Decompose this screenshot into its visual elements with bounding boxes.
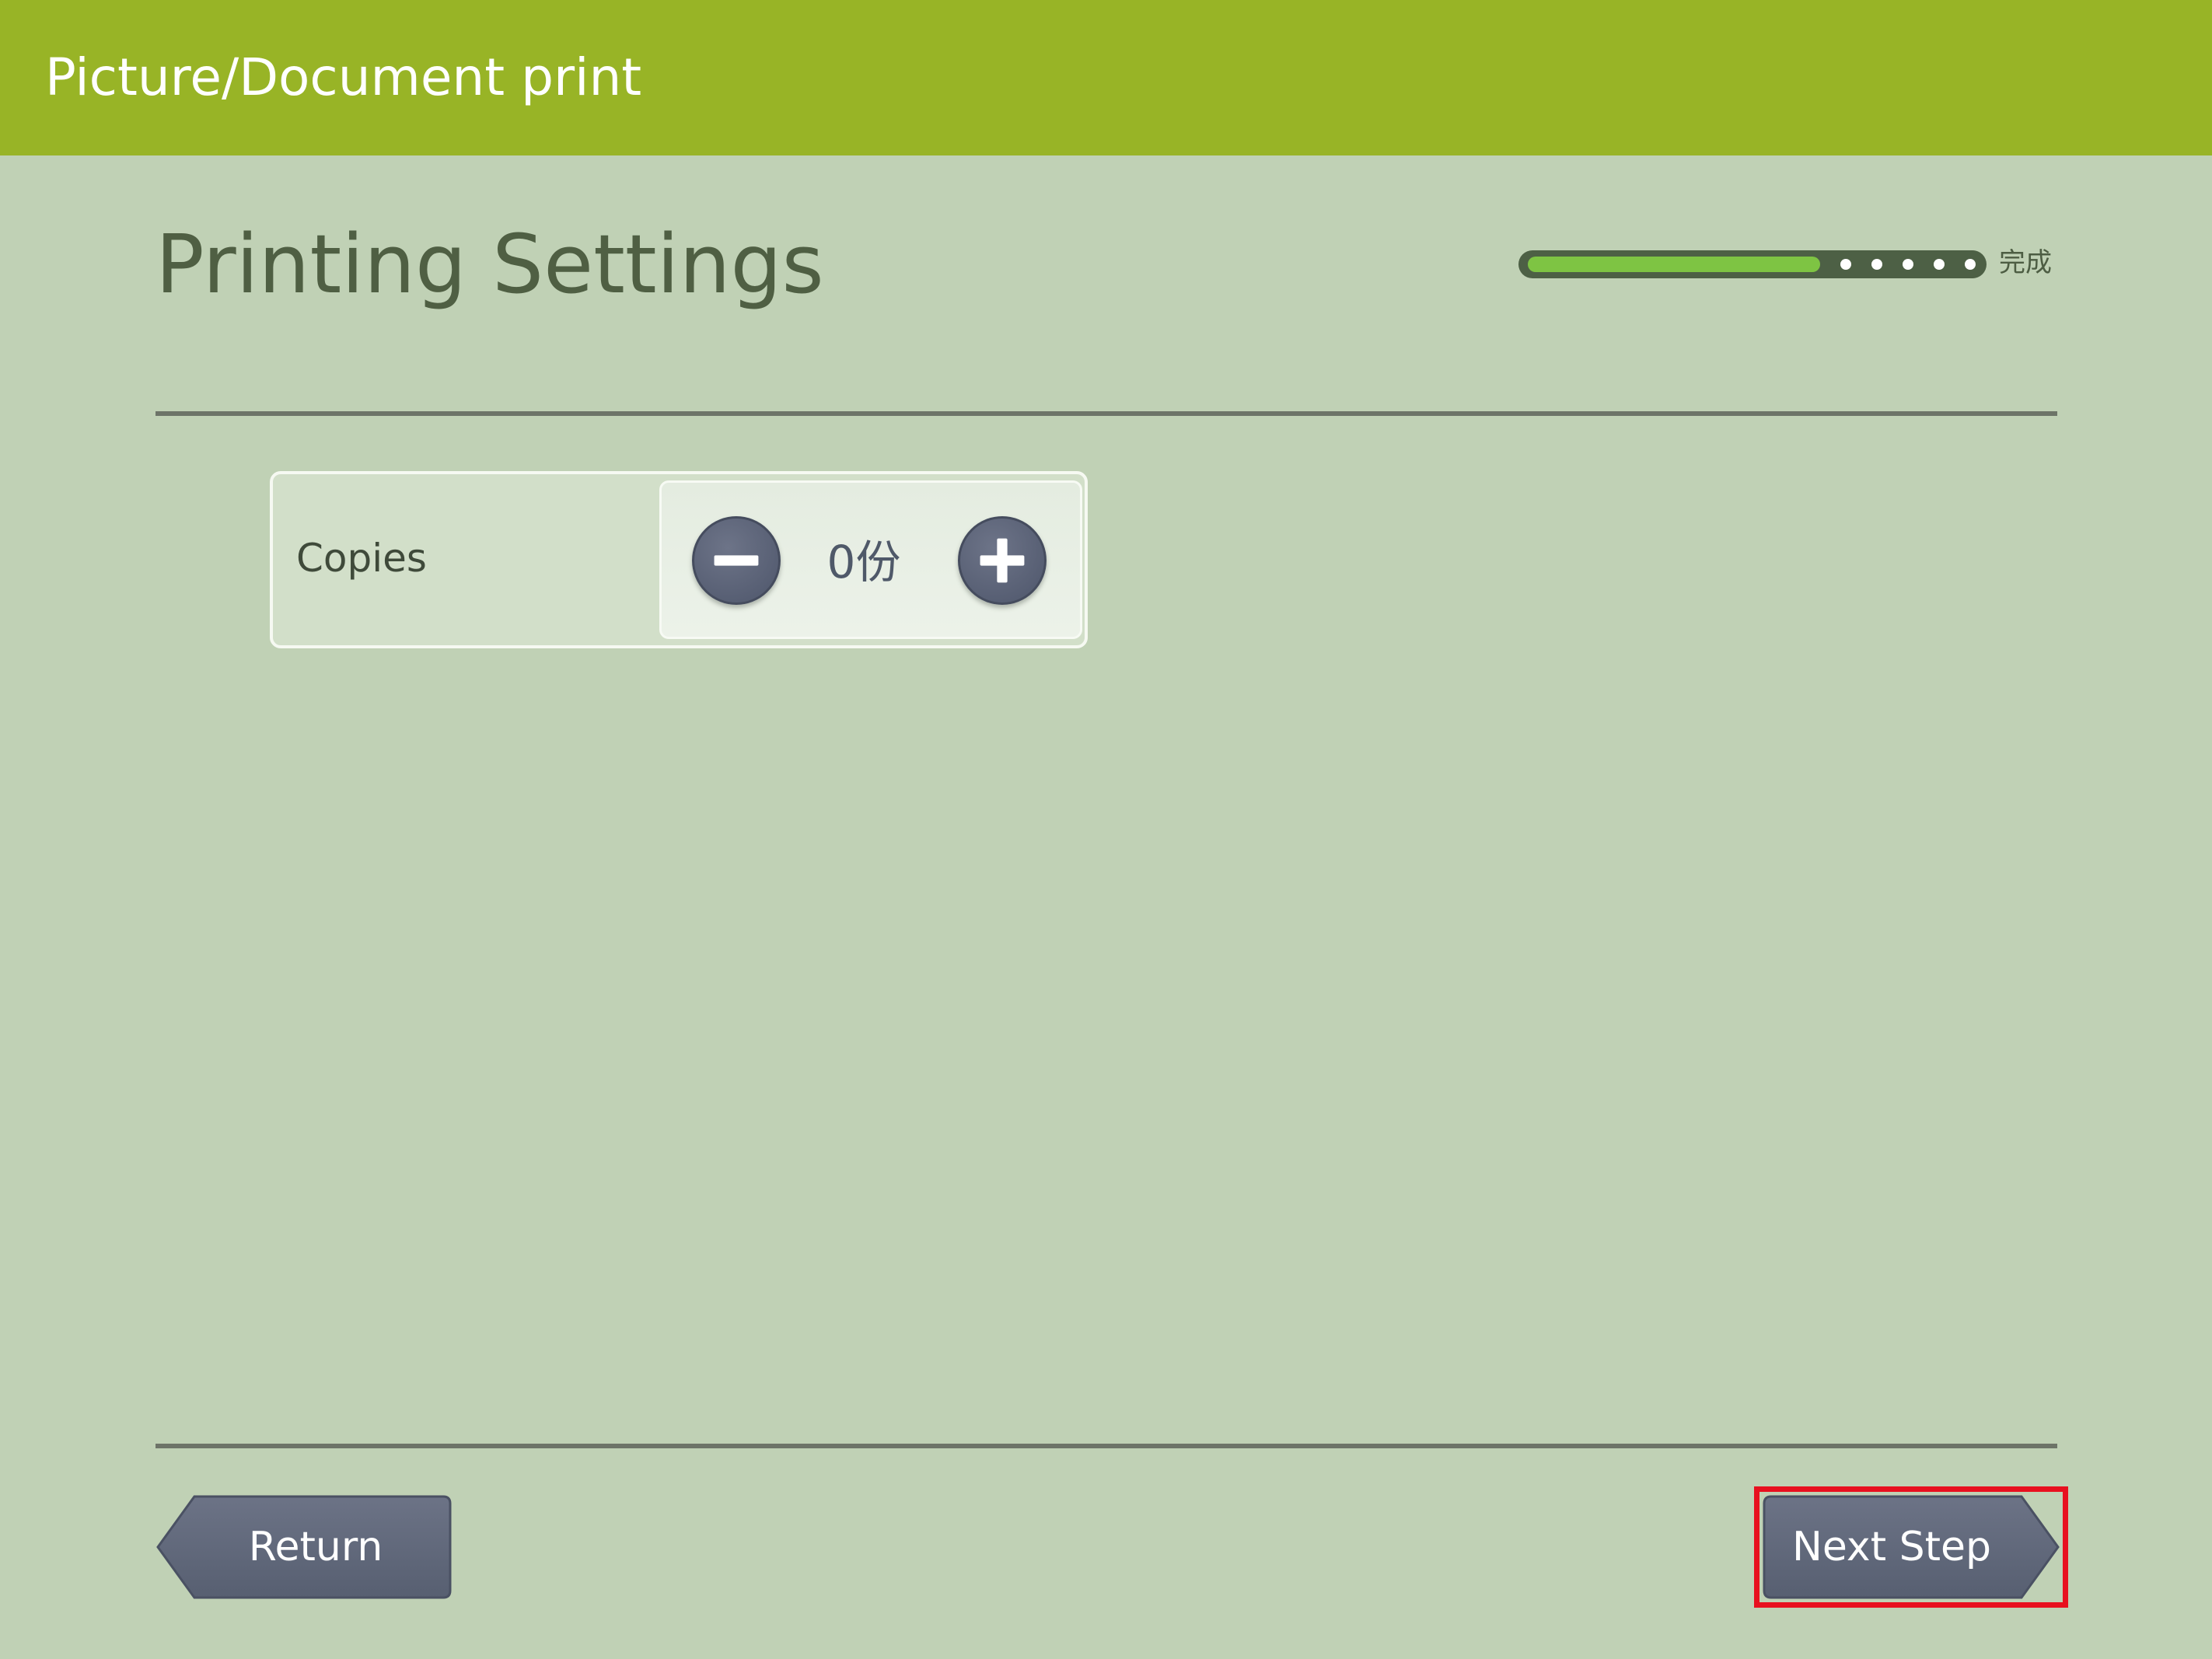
- progress-label: 完成: [1999, 247, 2052, 278]
- top-divider: [156, 411, 2057, 416]
- progress-step-dot: [1840, 259, 1851, 270]
- progress-step-dots: [1518, 250, 1987, 278]
- progress-step-dot: [1903, 259, 1913, 270]
- copies-label: Copies: [296, 536, 427, 581]
- progress-bar: [1518, 250, 1987, 278]
- copies-setting: Copies 0份: [270, 471, 1088, 648]
- page-title: Printing Settings: [156, 217, 824, 312]
- increase-copies-button[interactable]: [958, 516, 1047, 605]
- next-step-button[interactable]: Next Step: [1762, 1494, 2060, 1600]
- next-step-button-label: Next Step: [1791, 1524, 1992, 1570]
- copies-value: 0份: [826, 536, 901, 589]
- progress-step-dot: [1934, 259, 1945, 270]
- minus-icon: [714, 555, 759, 566]
- plus-icon: [980, 538, 1025, 583]
- progress-step-dot: [1965, 259, 1976, 270]
- copies-stepper: 0份: [659, 480, 1082, 639]
- return-button[interactable]: Return: [156, 1494, 453, 1600]
- app-header: Picture/Document print: [0, 0, 2212, 155]
- progress-step-dot: [1871, 259, 1882, 270]
- bottom-divider: [156, 1444, 2057, 1448]
- app-title: Picture/Document print: [45, 47, 642, 107]
- return-button-label: Return: [248, 1524, 383, 1570]
- decrease-copies-button[interactable]: [692, 516, 781, 605]
